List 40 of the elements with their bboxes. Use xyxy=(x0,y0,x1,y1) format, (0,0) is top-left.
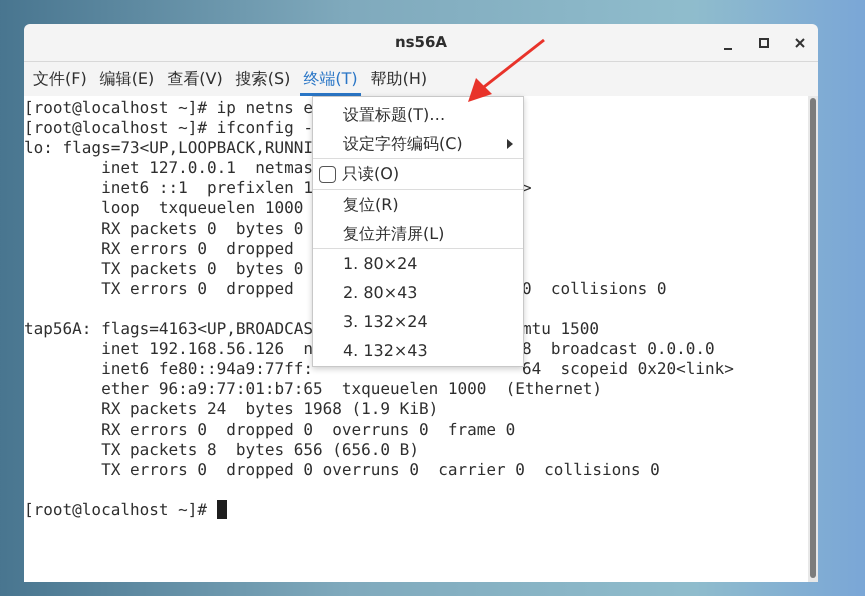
terminal-line: TX errors 0 dropped xyxy=(100,278,295,299)
menu-item[interactable]: 设定字符编码(C) xyxy=(313,129,523,158)
terminal-line: TX errors 0 dropped 0 overruns 0 carrier 0 collisions 0 xyxy=(100,460,660,480)
terminal-line: [root@localhost ~]# xyxy=(24,500,208,520)
menu-item[interactable]: 设置标题(T)… xyxy=(313,100,523,129)
menu-item[interactable]: 3. 132×24 xyxy=(313,307,523,336)
menu-bar-item[interactable]: 文件(F) xyxy=(30,64,90,96)
terminal-line: 64 scopeid 0x20<link> xyxy=(522,359,734,380)
menu-item[interactable]: 复位并清屏(L) xyxy=(313,219,523,248)
close-icon xyxy=(795,38,805,48)
terminal-line: RX packets 24 bytes 1968 (1.9 KiB) xyxy=(100,399,438,420)
terminal-line: [root@localhost ~]# ip netns e xyxy=(24,98,313,118)
terminal-line: inet6 ::1 prefixlen 1 xyxy=(100,178,311,198)
scrollbar[interactable] xyxy=(808,96,818,582)
terminal-line: RX errors 0 dropped xyxy=(100,238,294,259)
terminal-line: TX packets 0 bytes 0 xyxy=(100,258,304,279)
terminal-line: inet6 fe80::94a9:77ff: xyxy=(100,359,311,380)
menu-item[interactable]: 只读(O) xyxy=(313,159,523,189)
terminal-line: loop txqueuelen 1000 xyxy=(100,198,304,219)
terminal-line: RX packets 0 bytes 0 xyxy=(100,218,304,239)
terminal-line: [root@localhost ~]# ifconfig - xyxy=(24,118,313,138)
menu-bar-item[interactable]: 帮助(H) xyxy=(368,64,430,96)
checkbox[interactable] xyxy=(319,166,336,182)
menu-item[interactable]: 复位(R) xyxy=(313,190,523,219)
terminal-line: TX packets 8 bytes 656 (656.0 B) xyxy=(100,440,419,460)
window-title: ns56A xyxy=(394,32,448,54)
menu-bar-item[interactable]: 搜索(S) xyxy=(232,64,294,96)
menu-bar-item[interactable]: 查看(V) xyxy=(164,64,226,96)
menu-item[interactable]: 4. 132×43 xyxy=(313,336,523,365)
terminal-line: RX errors 0 dropped 0 overruns 0 frame 0 xyxy=(100,420,516,440)
terminal-line: ether 96:a9:77:01:b7:65 txqueuelen 1000 (Ethernet) xyxy=(100,379,602,400)
maximize-icon xyxy=(759,38,769,48)
menu-item[interactable]: 2. 80×43 xyxy=(313,278,523,307)
terminal-line: inet 192.168.56.126 n xyxy=(100,339,311,360)
minimize-icon xyxy=(724,48,732,50)
terminal-line: lo: flags=73<UP,LOOPBACK,RUNNI xyxy=(24,138,313,158)
menu-bar-item[interactable]: 编辑(E) xyxy=(96,64,158,96)
terminal-line: inet 127.0.0.1 netmas xyxy=(100,158,313,178)
menu-item[interactable]: 1. 80×24 xyxy=(313,249,523,278)
terminal-line: tap56A: flags=4163<UP,BROADCAS xyxy=(24,319,311,340)
